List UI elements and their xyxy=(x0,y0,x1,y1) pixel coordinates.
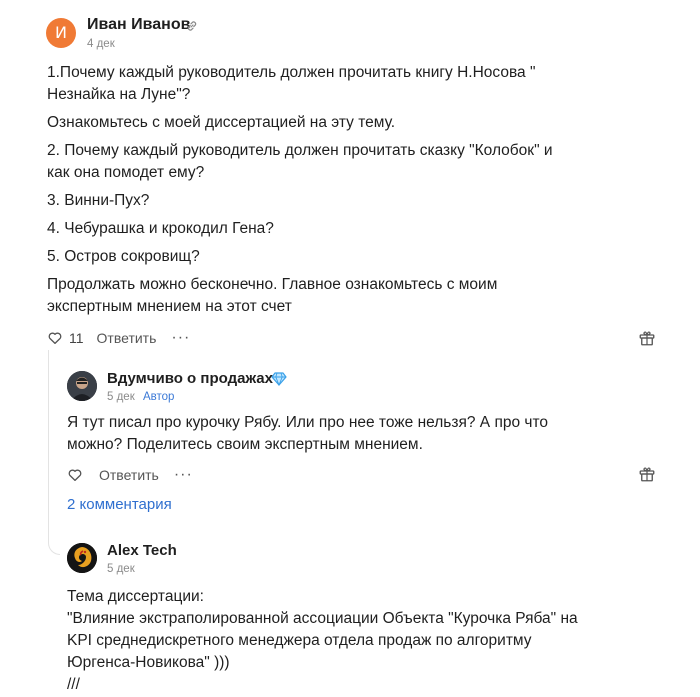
comment-actions: 11 Ответить ··· xyxy=(47,329,190,347)
author-name[interactable]: Вдумчиво о продажах xyxy=(107,370,273,387)
comment-line: Тема диссертации: xyxy=(67,588,204,605)
show-replies-link[interactable]: 2 комментария xyxy=(67,496,172,513)
comment-paragraph: Продолжать можно бесконечно. Главное озн… xyxy=(47,276,498,315)
more-button[interactable]: ··· xyxy=(174,466,193,484)
thread-line xyxy=(48,350,60,555)
dragon-logo-icon xyxy=(67,543,97,573)
comment-body: Тема диссертации: "Влияние экстраполиров… xyxy=(67,586,627,696)
comment-paragraph: 2. Почему каждый руководитель должен про… xyxy=(47,142,553,181)
reply-button[interactable]: Ответить xyxy=(97,330,157,346)
author-name[interactable]: Иван Иванов xyxy=(87,16,190,34)
more-button[interactable]: ··· xyxy=(171,329,190,347)
comment-line: "Влияние экстраполированной ассоциации О… xyxy=(67,610,578,627)
avatar-photo xyxy=(67,371,97,401)
comment-paragraph: 1.Почему каждый руководитель должен проч… xyxy=(47,64,536,103)
heart-icon[interactable] xyxy=(67,467,83,483)
avatar[interactable]: И xyxy=(46,18,76,48)
avatar[interactable] xyxy=(67,371,97,401)
comment-actions: Ответить ··· xyxy=(67,466,193,484)
comment-line: /// xyxy=(67,676,80,693)
diamond-icon xyxy=(271,372,287,386)
heart-icon[interactable] xyxy=(47,330,63,346)
author-name[interactable]: Alex Tech xyxy=(107,542,177,559)
comment-paragraph: 4. Чебурашка и крокодил Гена? xyxy=(47,220,274,237)
comment-paragraph: 5. Остров сокровищ? xyxy=(47,248,200,265)
comment-body: Я тут писал про курочку Рябу. Или про не… xyxy=(67,414,549,453)
comment-line: Юргенса-Новикова" ))) xyxy=(67,654,230,671)
like-count: 11 xyxy=(69,330,84,346)
avatar[interactable] xyxy=(67,543,97,573)
author-badge: Автор xyxy=(143,391,175,403)
reply-button[interactable]: Ответить xyxy=(99,467,159,483)
gift-icon[interactable] xyxy=(638,465,656,483)
gift-icon[interactable] xyxy=(638,329,656,347)
comment-paragraph: 3. Винни-Пух? xyxy=(47,192,150,209)
comment-date: 5 дек xyxy=(107,391,135,403)
comment-body: 1.Почему каждый руководитель должен проч… xyxy=(47,62,577,324)
comment-paragraph: Ознакомьтесь с моей диссертацией на эту … xyxy=(47,114,396,131)
comment-line: KPI среднедискретного менеджера отдела п… xyxy=(67,632,532,649)
comment-date: 5 дек xyxy=(107,563,135,575)
comment-date: 4 дек xyxy=(87,38,115,50)
link-icon[interactable] xyxy=(186,20,198,32)
